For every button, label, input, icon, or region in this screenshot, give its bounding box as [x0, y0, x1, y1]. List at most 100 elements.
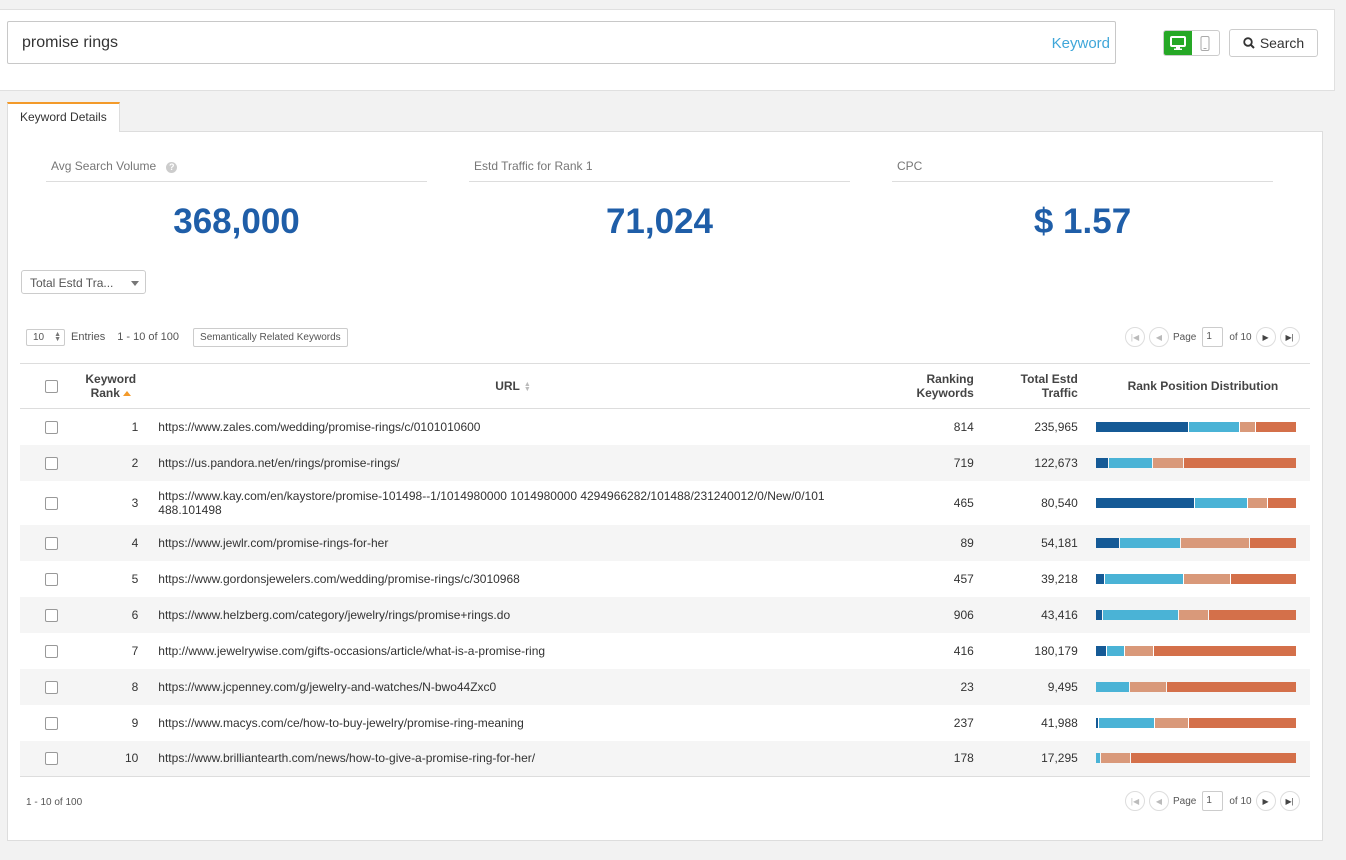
- search-button-label: Search: [1259, 35, 1305, 51]
- entries-select[interactable]: 10 ▲ ▼: [26, 328, 65, 346]
- prev-page-icon[interactable]: ◀: [1149, 791, 1169, 811]
- row-url[interactable]: https://www.jewlr.com/promise-rings-for-…: [144, 525, 867, 561]
- header-ranking-keywords[interactable]: Ranking Keywords: [867, 363, 980, 409]
- rank-distribution-bar: [1095, 717, 1296, 728]
- sort-asc-icon: [122, 391, 131, 397]
- row-checkbox[interactable]: [45, 536, 59, 550]
- next-page-icon[interactable]: ▶: [1255, 327, 1276, 347]
- dist-segment-rank-11-20: [1125, 645, 1153, 656]
- header-url[interactable]: URL ▲ ▼: [144, 363, 868, 409]
- search-value[interactable]: promise rings: [22, 34, 118, 52]
- row-rank: 9: [131, 715, 139, 730]
- header-total-estd-traffic[interactable]: Total Estd Traffic: [979, 363, 1086, 409]
- page-input[interactable]: 1: [1202, 327, 1224, 347]
- row-url[interactable]: https://www.jcpenney.com/g/jewelry-and-w…: [144, 669, 867, 705]
- metric-label: CPC: [892, 151, 1273, 182]
- row-ranking-keywords: 237: [953, 715, 974, 730]
- row-traffic: 122,673: [1034, 455, 1078, 470]
- search-input[interactable]: promise rings Keyword: [7, 21, 1116, 64]
- row-ranking-keywords: 23: [960, 679, 974, 694]
- dist-segment-rank-21-plus: [1153, 645, 1296, 656]
- row-checkbox[interactable]: [45, 608, 59, 622]
- chevron-down-icon: [131, 281, 139, 286]
- prev-page-icon[interactable]: ◀: [1149, 327, 1169, 347]
- desktop-button[interactable]: [1164, 31, 1192, 55]
- rank-distribution-bar: [1095, 537, 1296, 548]
- dist-segment-rank-21-plus: [1256, 421, 1296, 432]
- table-row: 10 https://www.brilliantearth.com/news/ho…: [20, 740, 1310, 777]
- row-checkbox[interactable]: [45, 716, 59, 730]
- dist-segment-rank-11-20: [1152, 457, 1183, 468]
- pager-top: |◀ ◀ Page 1 of 10 ▶ ▶|: [1125, 327, 1300, 347]
- row-checkbox[interactable]: [45, 456, 59, 470]
- metric-label: Avg Search Volume: [51, 159, 157, 173]
- table-row: 3 https://www.kay.com/en/kaystore/promise…: [20, 481, 1310, 525]
- search-icon: [1243, 37, 1255, 49]
- keyword-details-panel: Avg Search Volume? 368,000 Estd Traffic …: [7, 131, 1323, 841]
- dist-segment-rank-21-plus: [1250, 537, 1296, 548]
- last-page-icon[interactable]: ▶|: [1279, 791, 1300, 811]
- dist-segment-rank-11-20: [1178, 609, 1209, 620]
- first-page-icon[interactable]: |◀: [1125, 791, 1145, 811]
- row-url[interactable]: https://www.helzberg.com/category/jewelr…: [144, 597, 867, 633]
- row-checkbox[interactable]: [45, 752, 59, 766]
- dist-segment-rank-11-20: [1154, 717, 1189, 728]
- row-ranking-keywords: 178: [867, 740, 980, 777]
- mobile-button[interactable]: [1192, 31, 1220, 55]
- rank-distribution-bar: [1095, 681, 1296, 692]
- row-url[interactable]: https://www.brilliantearth.com/news/how-…: [144, 740, 868, 777]
- select-all-checkbox[interactable]: [45, 380, 59, 394]
- last-page-icon[interactable]: ▶|: [1279, 327, 1300, 347]
- table-row: 1 https://www.zales.com/wedding/promise-r…: [20, 409, 1310, 445]
- dist-segment-rank-21-plus: [1268, 497, 1296, 508]
- desktop-icon: [1169, 36, 1186, 50]
- row-checkbox[interactable]: [45, 644, 59, 658]
- help-icon[interactable]: ?: [166, 162, 178, 173]
- rank-distribution-bar: [1095, 609, 1296, 620]
- rank-distribution-bar: [1095, 421, 1296, 432]
- dist-segment-rank-21-plus: [1230, 573, 1296, 584]
- semantically-related-keywords-button[interactable]: Semantically Related Keywords: [193, 327, 348, 347]
- rank-distribution-bar: [1095, 753, 1296, 764]
- header-keyword-rank[interactable]: Keyword Rank: [83, 363, 145, 409]
- row-url[interactable]: https://www.gordonsjewelers.com/wedding/…: [144, 561, 867, 597]
- traffic-metric-dropdown[interactable]: Total Estd Tra...: [21, 270, 146, 294]
- metric-label: Estd Traffic for Rank 1: [469, 151, 850, 182]
- first-page-icon[interactable]: |◀: [1125, 327, 1145, 347]
- dist-segment-rank-21-plus: [1131, 753, 1296, 764]
- search-button[interactable]: Search: [1229, 29, 1318, 57]
- next-page-icon[interactable]: ▶: [1255, 791, 1276, 811]
- row-url[interactable]: https://us.pandora.net/en/rings/promise-…: [144, 445, 867, 481]
- page-input[interactable]: 1: [1202, 791, 1224, 811]
- row-url[interactable]: https://www.zales.com/wedding/promise-ri…: [144, 409, 867, 445]
- table-row: 5 https://www.gordonsjewelers.com/wedding…: [20, 561, 1310, 597]
- dist-segment-rank-11-20: [1247, 497, 1268, 508]
- dist-segment-rank-21-plus: [1209, 609, 1296, 620]
- row-url[interactable]: https://www.kay.com/en/kaystore/promise-…: [144, 481, 867, 525]
- search-panel: promise rings Keyword Search: [0, 9, 1335, 91]
- row-rank: 1: [131, 419, 139, 434]
- dist-segment-rank-1-3: [1095, 645, 1106, 656]
- row-ranking-keywords: 906: [953, 607, 974, 622]
- row-url[interactable]: https://www.macys.com/ce/how-to-buy-jewe…: [144, 705, 867, 741]
- row-ranking-keywords: 416: [953, 643, 974, 658]
- row-checkbox[interactable]: [45, 572, 59, 586]
- row-rank: 6: [131, 607, 139, 622]
- row-traffic: 39,218: [1041, 571, 1078, 586]
- mobile-icon: [1200, 35, 1210, 51]
- tab-keyword-details[interactable]: Keyword Details: [7, 102, 120, 132]
- dist-segment-rank-4-10: [1095, 681, 1130, 692]
- search-type-selector[interactable]: Keyword: [1052, 35, 1110, 52]
- dist-segment-rank-21-plus: [1167, 681, 1296, 692]
- row-checkbox[interactable]: [45, 680, 59, 694]
- row-url[interactable]: http://www.jewelrywise.com/gifts-occasio…: [144, 633, 867, 669]
- dist-segment-rank-21-plus: [1183, 457, 1296, 468]
- dist-segment-rank-4-10: [1106, 645, 1125, 656]
- row-checkbox[interactable]: [45, 496, 59, 510]
- row-checkbox[interactable]: [45, 420, 59, 434]
- table-row: 2 https://us.pandora.net/en/rings/promise…: [20, 444, 1310, 481]
- rank-distribution-bar: [1095, 573, 1296, 584]
- row-rank: 10: [83, 740, 145, 777]
- table-row: 6 https://www.helzberg.com/category/jewel…: [20, 596, 1310, 633]
- dist-segment-rank-4-10: [1095, 753, 1100, 764]
